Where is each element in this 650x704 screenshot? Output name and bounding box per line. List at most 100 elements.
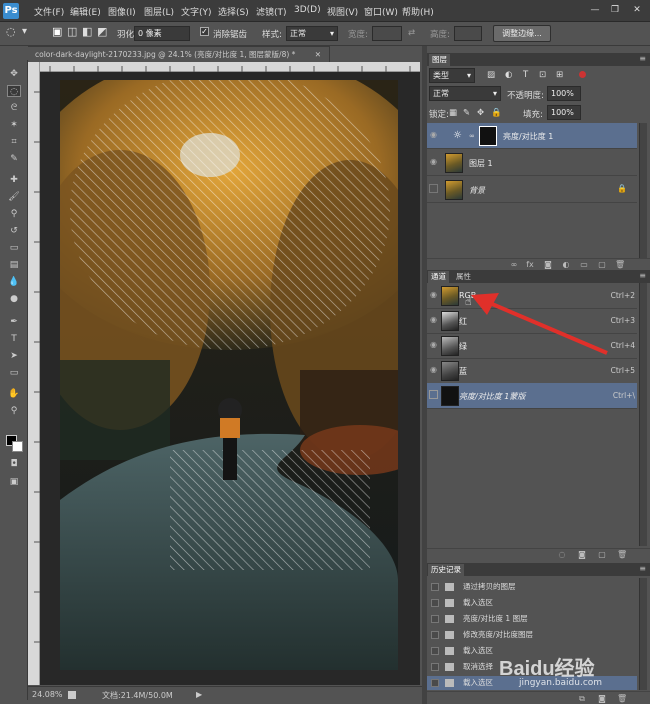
quick-mask-icon[interactable]: ◘: [7, 458, 21, 470]
lock-transparency-icon[interactable]: ▦: [449, 108, 457, 118]
filter-type-icon[interactable]: T: [523, 70, 528, 80]
add-mask-icon[interactable]: ◙: [543, 260, 553, 269]
visibility-eye-icon[interactable]: ◉: [429, 315, 438, 324]
healing-brush-tool-icon[interactable]: ✚: [7, 174, 21, 186]
layer-row-layer1[interactable]: ◉ 图层 1: [427, 150, 637, 176]
menu-layer[interactable]: 图层(L): [144, 5, 174, 18]
history-item[interactable]: 亮度/对比度 1 图层: [427, 612, 637, 626]
menu-window[interactable]: 窗口(W): [364, 5, 398, 18]
history-snapshot-box[interactable]: [431, 615, 439, 623]
eraser-tool-icon[interactable]: ▭: [7, 242, 21, 254]
document-image[interactable]: [60, 80, 398, 670]
maximize-button[interactable]: ❐: [608, 4, 622, 17]
history-item-current[interactable]: 载入选区: [427, 676, 637, 690]
menu-3d[interactable]: 3D(D): [294, 5, 321, 15]
hand-tool-icon[interactable]: ✋: [7, 388, 21, 400]
tab-history[interactable]: 历史记录: [428, 564, 464, 576]
layer-row-brightness[interactable]: ◉ ☼ ∞ 亮度/对比度 1: [427, 123, 637, 149]
filter-pixel-icon[interactable]: ▨: [487, 70, 495, 80]
add-selection-icon[interactable]: ◫: [67, 25, 77, 38]
menu-edit[interactable]: 编辑(E): [70, 5, 101, 18]
menu-image[interactable]: 图像(I): [108, 5, 136, 18]
history-item[interactable]: 修改亮度/对比度图层: [427, 628, 637, 642]
menu-view[interactable]: 视图(V): [327, 5, 358, 18]
tab-layers[interactable]: 图层: [429, 54, 450, 66]
panel-menu-icon[interactable]: ≡: [639, 564, 646, 573]
width-input[interactable]: [372, 26, 402, 41]
screen-mode-icon[interactable]: ▣: [7, 476, 21, 488]
close-window-button[interactable]: ✕: [630, 4, 644, 17]
background-color-swatch[interactable]: [12, 441, 23, 452]
new-snapshot-icon[interactable]: ◙: [597, 694, 607, 703]
history-snapshot-box[interactable]: [431, 631, 439, 639]
close-document-icon[interactable]: ✕: [315, 47, 321, 63]
delete-layer-icon[interactable]: 🗑: [615, 260, 625, 269]
load-selection-icon[interactable]: ◌: [557, 550, 567, 559]
feather-input[interactable]: 0 像素: [134, 26, 190, 41]
height-input[interactable]: [454, 26, 482, 41]
new-channel-icon[interactable]: ▢: [597, 550, 607, 559]
zoom-level[interactable]: 24.08%: [32, 690, 63, 699]
move-tool-icon[interactable]: ✥: [7, 68, 21, 80]
lock-position-icon[interactable]: ✥: [477, 108, 484, 118]
history-snapshot-box[interactable]: [431, 647, 439, 655]
gradient-tool-icon[interactable]: ▤: [7, 259, 21, 271]
status-menu-arrow-icon[interactable]: ▶: [196, 690, 202, 699]
new-adjustment-icon[interactable]: ◐: [561, 260, 571, 269]
history-scrollbar[interactable]: [639, 578, 647, 690]
antialias-checkbox[interactable]: ✓: [200, 27, 209, 36]
swap-icon[interactable]: ⇄: [408, 28, 415, 38]
dodge-tool-icon[interactable]: ●: [7, 293, 21, 305]
link-icon[interactable]: ∞: [469, 132, 475, 140]
lock-all-icon[interactable]: 🔒: [491, 108, 502, 118]
path-selection-tool-icon[interactable]: ➤: [7, 350, 21, 362]
ellipse-marquee-icon[interactable]: ◌: [6, 25, 16, 38]
magic-wand-tool-icon[interactable]: ✶: [7, 119, 21, 131]
eyedropper-tool-icon[interactable]: ✎: [7, 153, 21, 165]
lock-pixels-icon[interactable]: ✎: [463, 108, 470, 118]
history-brush-tool-icon[interactable]: ↺: [7, 225, 21, 237]
menu-filter[interactable]: 滤镜(T): [256, 5, 287, 18]
lasso-tool-icon[interactable]: ᘓ: [7, 102, 21, 114]
menu-help[interactable]: 帮助(H): [402, 5, 434, 18]
new-document-from-state-icon[interactable]: ⧉: [577, 694, 587, 703]
brush-tool-icon[interactable]: 🖌: [7, 191, 21, 203]
history-snapshot-box[interactable]: [431, 583, 439, 591]
visibility-toggle[interactable]: [429, 390, 438, 399]
visibility-eye-icon[interactable]: ◉: [429, 290, 438, 299]
link-layers-icon[interactable]: ∞: [509, 260, 519, 269]
history-item[interactable]: 载入选区: [427, 596, 637, 610]
clone-stamp-tool-icon[interactable]: ⚲: [7, 208, 21, 220]
layer-filter-select[interactable]: 类型 ▾: [429, 68, 475, 83]
canvas-area[interactable]: [40, 72, 420, 685]
visibility-eye-icon[interactable]: ◉: [429, 157, 438, 166]
subtract-selection-icon[interactable]: ◧: [82, 25, 92, 38]
layer-style-icon[interactable]: fx: [525, 260, 535, 269]
new-selection-icon[interactable]: ▣: [52, 25, 62, 38]
intersect-selection-icon[interactable]: ◩: [97, 25, 107, 38]
document-tab[interactable]: color-dark-daylight-2170233.jpg @ 24.1% …: [28, 46, 330, 62]
panel-menu-icon[interactable]: ≡: [639, 271, 646, 280]
layer-row-background[interactable]: 背景 🔒: [427, 177, 637, 203]
history-item[interactable]: 取消选择: [427, 660, 637, 674]
filter-toggle-icon[interactable]: [579, 71, 586, 78]
channels-scrollbar[interactable]: [639, 283, 647, 546]
tab-properties[interactable]: 属性: [453, 271, 474, 283]
pen-tool-icon[interactable]: ✒: [7, 316, 21, 328]
type-tool-icon[interactable]: T: [7, 333, 21, 345]
history-snapshot-box[interactable]: [431, 599, 439, 607]
layer-mask-thumbnail[interactable]: [479, 126, 497, 146]
menu-select[interactable]: 选择(S): [218, 5, 249, 18]
filter-shape-icon[interactable]: ⊡: [539, 70, 546, 80]
visibility-toggle[interactable]: [429, 184, 438, 193]
blur-tool-icon[interactable]: 💧: [7, 276, 21, 288]
tool-preset-dropdown-icon[interactable]: ▾: [22, 26, 27, 37]
channel-row-mask[interactable]: 亮度/对比度 1蒙版 Ctrl+\: [427, 383, 637, 409]
visibility-eye-icon[interactable]: ◉: [429, 365, 438, 374]
crop-tool-icon[interactable]: ⌗: [7, 136, 21, 148]
delete-state-icon[interactable]: 🗑: [617, 694, 627, 703]
history-snapshot-box[interactable]: [431, 663, 439, 671]
panel-menu-icon[interactable]: ≡: [639, 54, 646, 63]
marquee-tool-icon[interactable]: ◌: [7, 85, 21, 97]
fill-input[interactable]: 100%: [547, 105, 581, 120]
